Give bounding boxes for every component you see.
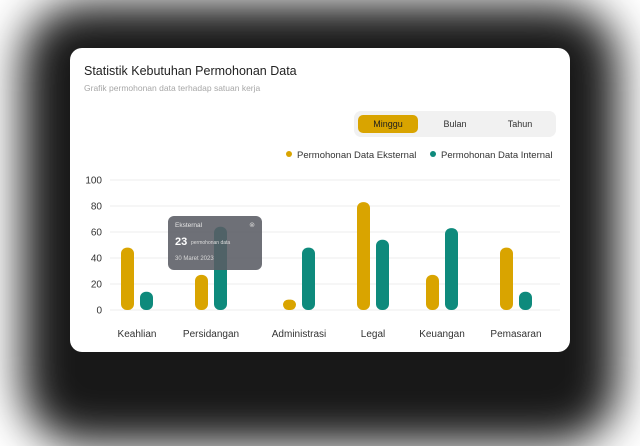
x-tick-label: Keahlian xyxy=(118,329,157,340)
bar-tooltip: Eksternal ⊗ 23 permohonan data 30 Maret … xyxy=(168,216,262,270)
bar-internal xyxy=(302,247,315,310)
y-tick-label: 80 xyxy=(91,202,103,213)
x-tick-label: Pemasaran xyxy=(490,329,541,340)
bar-chart: 0 20 40 60 80 100 Keahlian Persidangan Administr… xyxy=(85,176,560,340)
y-tick-label: 0 xyxy=(96,306,102,317)
x-tick-label: Keuangan xyxy=(419,329,465,340)
bar-internal xyxy=(376,239,389,310)
tooltip-unit: permohonan data xyxy=(191,240,231,246)
bar-external xyxy=(121,247,134,310)
bar-internal xyxy=(140,291,153,310)
bar-internal xyxy=(519,291,532,310)
x-tick-label: Persidangan xyxy=(183,329,239,340)
bar-external xyxy=(357,202,370,310)
bar-external xyxy=(195,274,208,310)
x-tick-label: Administrasi xyxy=(272,329,326,340)
tooltip-value: 23 xyxy=(175,236,188,248)
bar-external xyxy=(500,247,513,310)
y-tick-label: 20 xyxy=(91,280,103,291)
x-tick-label: Legal xyxy=(361,329,385,340)
tooltip-date: 30 Maret 2023 xyxy=(175,256,214,262)
close-circle-icon[interactable]: ⊗ xyxy=(249,221,255,229)
chart-card: Statistik Kebutuhan Permohonan Data Graf… xyxy=(70,48,570,352)
bar-external xyxy=(426,274,439,310)
y-tick-label: 60 xyxy=(91,228,103,239)
y-tick-label: 100 xyxy=(85,176,102,187)
tooltip-label: Eksternal xyxy=(175,222,203,229)
bar-internal xyxy=(445,228,458,310)
bar-external xyxy=(283,299,296,310)
y-tick-label: 40 xyxy=(91,254,103,265)
